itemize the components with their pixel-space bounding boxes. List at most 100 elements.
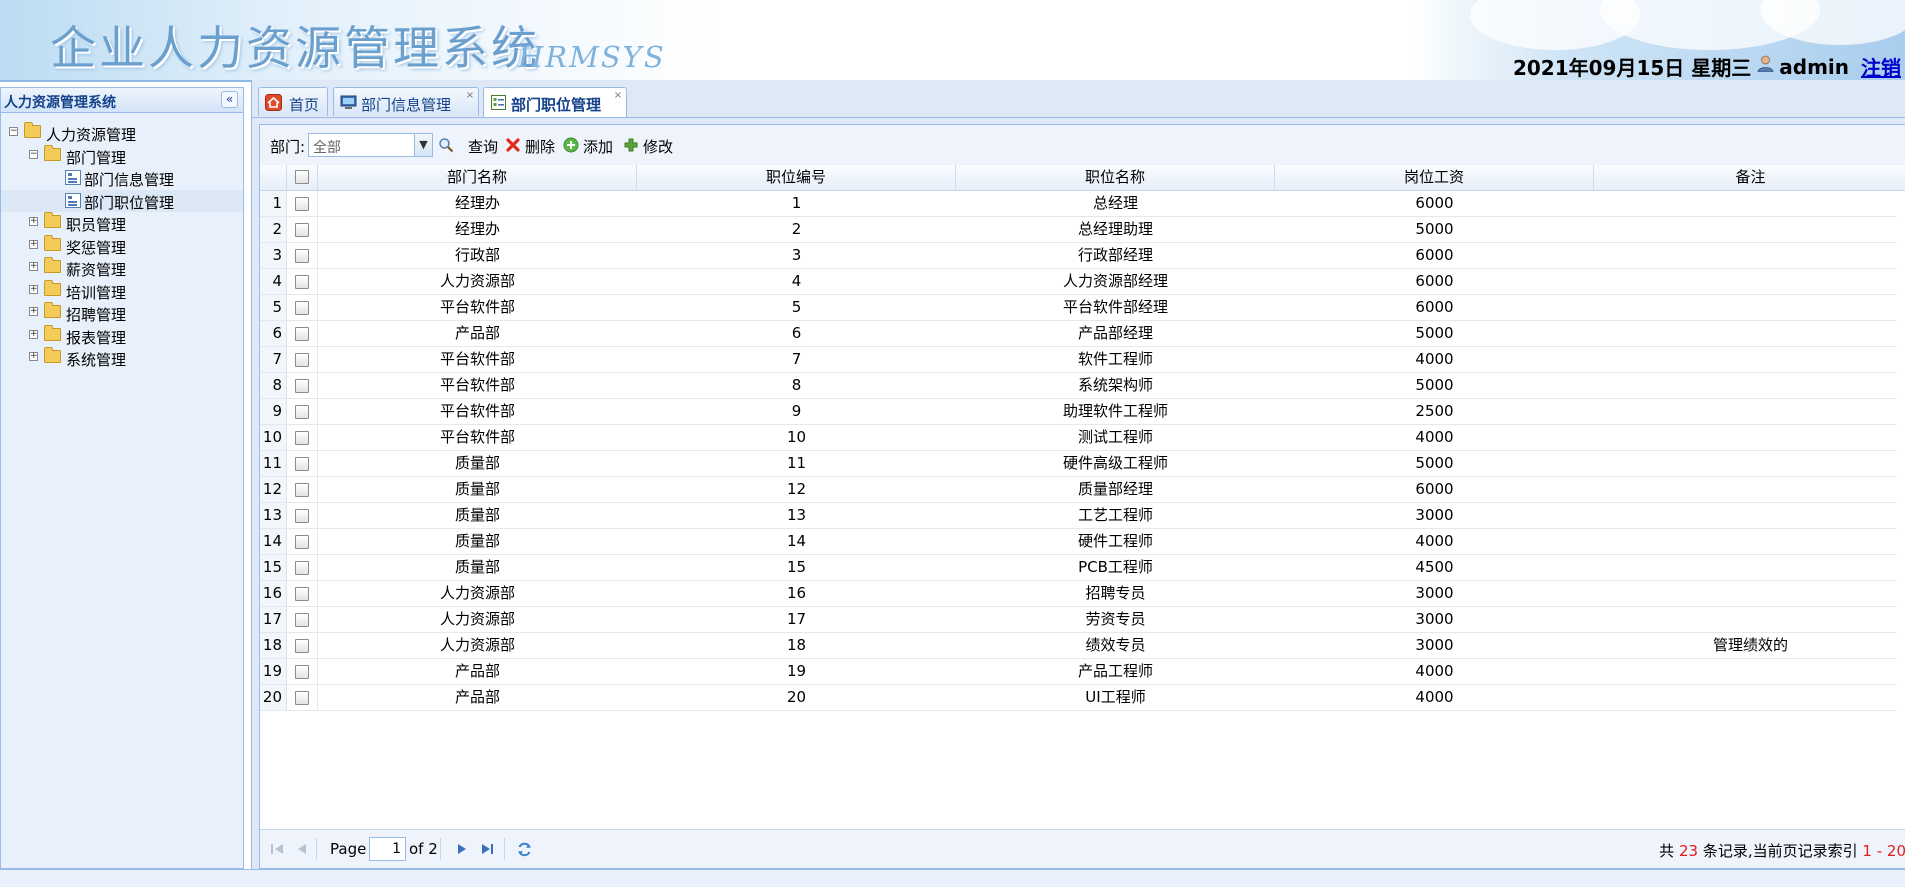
edit-button[interactable]: 修改 xyxy=(623,135,678,156)
collapse-icon[interactable]: − xyxy=(9,127,18,136)
tree-item[interactable]: + 薪资管理 xyxy=(1,257,243,279)
table-row[interactable]: 15 质量部 15 PCB工程师 4500 xyxy=(260,555,1897,581)
expand-icon[interactable]: + xyxy=(29,307,38,316)
position-id-cell: 11 xyxy=(786,454,807,472)
chevron-down-icon[interactable]: ▼ xyxy=(414,134,432,156)
tree-item[interactable]: − 人力资源管理 xyxy=(1,122,243,144)
add-button-label: 添加 xyxy=(583,138,614,156)
row-number: 4 xyxy=(260,269,287,294)
last-page-icon[interactable] xyxy=(480,842,495,856)
table-row[interactable]: 13 质量部 13 工艺工程师 3000 xyxy=(260,503,1897,529)
table-row[interactable]: 9 平台软件部 9 助理软件工程师 2500 xyxy=(260,399,1897,425)
row-checkbox[interactable] xyxy=(295,483,309,497)
table-row[interactable]: 19 产品部 19 产品工程师 4000 xyxy=(260,659,1897,685)
app-subtitle: HRMSYS xyxy=(518,40,666,74)
table-row[interactable]: 8 平台软件部 8 系统架构师 5000 xyxy=(260,373,1897,399)
page-number-input[interactable]: 1 xyxy=(369,837,406,861)
tab-dept-position[interactable]: 部门职位管理 × xyxy=(483,87,627,117)
table-row[interactable]: 18 人力资源部 18 绩效专员 3000 管理绩效的 xyxy=(260,633,1897,659)
row-checkbox[interactable] xyxy=(295,509,309,523)
column-header-dept[interactable]: 部门名称 xyxy=(318,165,637,190)
table-row[interactable]: 12 质量部 12 质量部经理 6000 xyxy=(260,477,1897,503)
position-name-cell: 硬件高级工程师 xyxy=(1062,454,1168,472)
tree-item[interactable]: 部门职位管理 xyxy=(1,189,243,212)
previous-page-icon[interactable] xyxy=(296,842,308,856)
column-header-remark[interactable]: 备注 xyxy=(1594,165,1905,190)
remark-cell xyxy=(1594,373,1905,398)
table-row[interactable]: 3 行政部 3 行政部经理 6000 xyxy=(260,243,1897,269)
tree-item[interactable]: 部门信息管理 xyxy=(1,167,243,189)
column-header-position-id[interactable]: 职位编号 xyxy=(637,165,956,190)
table-row[interactable]: 4 人力资源部 4 人力资源部经理 6000 xyxy=(260,269,1897,295)
tree-item[interactable]: + 职员管理 xyxy=(1,212,243,234)
table-row[interactable]: 1 经理办 1 总经理 6000 xyxy=(260,191,1897,217)
table-row[interactable]: 10 平台软件部 10 测试工程师 4000 xyxy=(260,425,1897,451)
row-number: 13 xyxy=(260,503,287,528)
logout-link[interactable]: 注销 xyxy=(1861,52,1901,80)
remark-cell xyxy=(1594,425,1905,450)
row-checkbox[interactable] xyxy=(295,353,309,367)
refresh-icon[interactable] xyxy=(516,841,533,858)
row-checkbox[interactable] xyxy=(295,535,309,549)
tree-item[interactable]: + 培训管理 xyxy=(1,279,243,302)
close-icon[interactable]: × xyxy=(613,91,623,101)
row-checkbox[interactable] xyxy=(295,639,309,653)
expand-icon[interactable]: + xyxy=(29,239,38,249)
row-checkbox[interactable] xyxy=(295,301,309,315)
salary-cell: 6000 xyxy=(1415,480,1454,498)
delete-button-label: 删除 xyxy=(525,138,556,156)
column-header-position-name[interactable]: 职位名称 xyxy=(956,165,1275,190)
row-checkbox[interactable] xyxy=(295,457,309,471)
tab-dept-info[interactable]: 部门信息管理 × xyxy=(333,87,479,116)
row-checkbox[interactable] xyxy=(295,249,309,263)
expand-icon[interactable]: + xyxy=(29,217,38,226)
table-row[interactable]: 11 质量部 11 硬件高级工程师 5000 xyxy=(260,451,1897,477)
row-select-cell xyxy=(287,633,318,658)
table-row[interactable]: 7 平台软件部 7 软件工程师 4000 xyxy=(260,347,1897,373)
salary-cell: 6000 xyxy=(1415,272,1454,290)
delete-button[interactable]: 删除 xyxy=(505,135,560,156)
row-checkbox[interactable] xyxy=(295,665,309,679)
row-checkbox[interactable] xyxy=(295,691,309,705)
table-row[interactable]: 16 人力资源部 16 招聘专员 3000 xyxy=(260,581,1897,607)
table-row[interactable]: 6 产品部 6 产品部经理 5000 xyxy=(260,321,1897,347)
row-checkbox[interactable] xyxy=(295,613,309,627)
expand-icon[interactable]: + xyxy=(29,262,38,271)
table-row[interactable]: 14 质量部 14 硬件工程师 4000 xyxy=(260,529,1897,555)
collapse-icon[interactable]: − xyxy=(29,149,38,159)
row-checkbox[interactable] xyxy=(295,431,309,445)
select-all-checkbox[interactable] xyxy=(295,170,309,184)
tree-item[interactable]: + 报表管理 xyxy=(1,324,243,347)
row-checkbox[interactable] xyxy=(295,223,309,237)
query-button[interactable]: 查询 xyxy=(438,135,508,156)
tree-item[interactable]: + 招聘管理 xyxy=(1,302,243,324)
tab-home[interactable]: 首页 xyxy=(258,87,328,116)
table-row[interactable]: 5 平台软件部 5 平台软件部经理 6000 xyxy=(260,295,1897,321)
table-row[interactable]: 17 人力资源部 17 劳资专员 3000 xyxy=(260,607,1897,633)
dept-select[interactable]: 全部 ▼ xyxy=(308,133,433,157)
table-row[interactable]: 2 经理办 2 总经理助理 5000 xyxy=(260,217,1897,243)
expand-icon[interactable]: + xyxy=(29,352,38,361)
total-records: 23 xyxy=(1678,842,1699,860)
next-page-icon[interactable] xyxy=(456,842,468,856)
salary-cell: 4000 xyxy=(1415,532,1454,550)
tree-item[interactable]: − 部门管理 xyxy=(1,144,243,167)
first-page-icon[interactable] xyxy=(270,842,285,856)
add-button[interactable]: 添加 xyxy=(563,135,618,156)
row-checkbox[interactable] xyxy=(295,587,309,601)
column-header-salary[interactable]: 岗位工资 xyxy=(1275,165,1594,190)
table-row[interactable]: 20 产品部 20 UI工程师 4000 xyxy=(260,685,1897,711)
tab-home-label: 首页 xyxy=(289,96,320,114)
tree-item[interactable]: + 奖惩管理 xyxy=(1,234,243,257)
row-checkbox[interactable] xyxy=(295,405,309,419)
row-checkbox[interactable] xyxy=(295,327,309,341)
expand-icon[interactable]: + xyxy=(29,329,38,339)
row-checkbox[interactable] xyxy=(295,197,309,211)
expand-icon[interactable]: + xyxy=(29,284,38,294)
tree-item[interactable]: + 系统管理 xyxy=(1,347,243,369)
close-icon[interactable]: × xyxy=(465,91,475,101)
collapse-panel-button[interactable]: « xyxy=(221,91,238,108)
row-checkbox[interactable] xyxy=(295,379,309,393)
row-checkbox[interactable] xyxy=(295,561,309,575)
row-checkbox[interactable] xyxy=(295,275,309,289)
